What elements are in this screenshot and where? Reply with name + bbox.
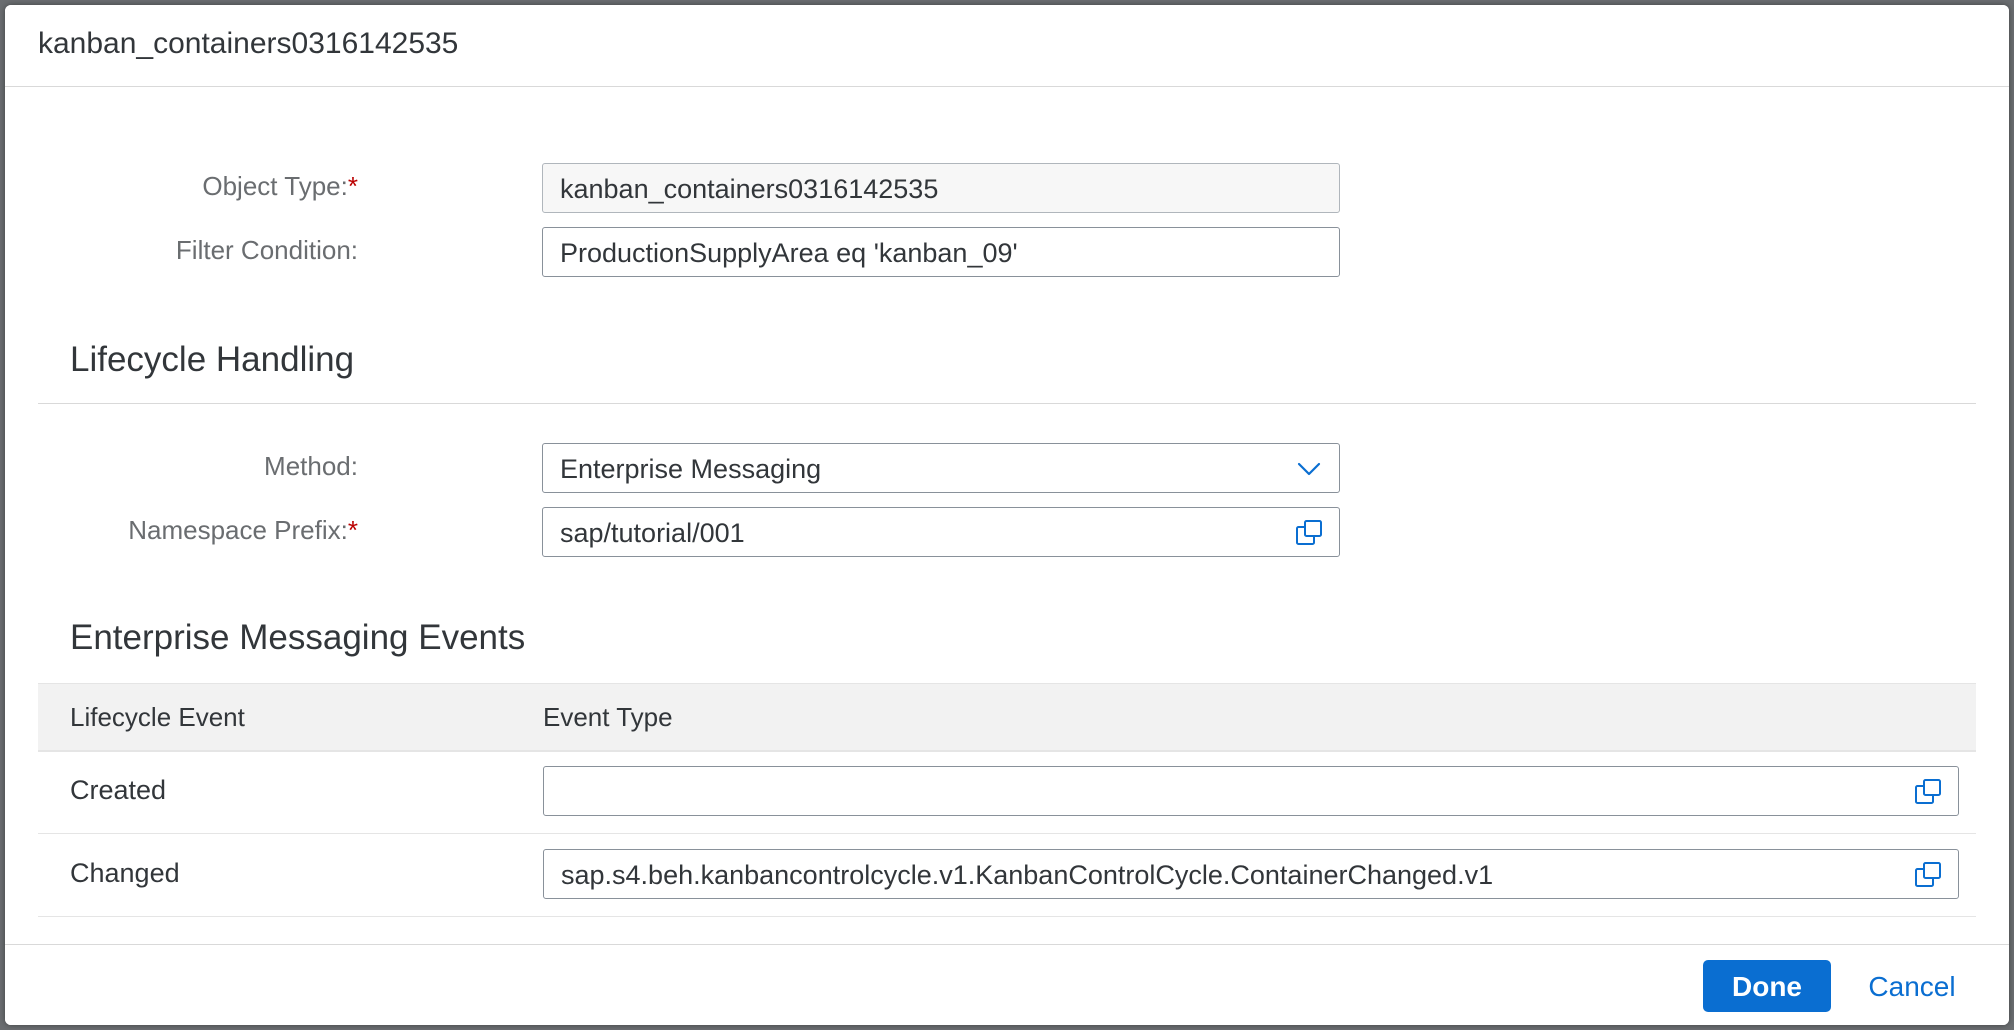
dialog: kanban_containers0316142535 Object Type:…	[5, 5, 2009, 1025]
events-section-title: Enterprise Messaging Events	[70, 618, 526, 657]
done-button[interactable]: Done	[1703, 960, 1831, 1012]
required-marker: *	[347, 515, 358, 545]
dialog-footer: Done Cancel	[5, 944, 2009, 1025]
namespace-prefix-label: Namespace Prefix:*	[128, 515, 358, 545]
lifecycle-event-changed: Changed	[70, 858, 180, 888]
filter-condition-value: ProductionSupplyArea eq 'kanban_09'	[560, 238, 1018, 268]
events-table: Lifecycle Event Event Type Created Chang…	[38, 683, 1976, 923]
events-table-header: Lifecycle Event Event Type	[38, 683, 1976, 752]
filter-condition-label: Filter Condition:	[175, 235, 358, 265]
column-header-lifecycle-event: Lifecycle Event	[70, 702, 245, 732]
lifecycle-event-created: Created	[70, 775, 167, 805]
event-type-input-created[interactable]	[543, 766, 1959, 816]
value-help-icon[interactable]	[1295, 519, 1323, 547]
object-type-value: kanban_containers0316142535	[560, 174, 939, 204]
chevron-down-icon[interactable]	[1295, 455, 1323, 483]
method-value: Enterprise Messaging	[560, 454, 822, 484]
event-type-input-changed[interactable]: sap.s4.beh.kanbancontrolcycle.v1.KanbanC…	[543, 849, 1959, 899]
table-row: Created	[38, 751, 1976, 834]
lifecycle-handling-title: Lifecycle Handling	[70, 340, 355, 379]
value-help-icon[interactable]	[1914, 778, 1942, 806]
dialog-title: kanban_containers0316142535	[38, 27, 459, 60]
object-type-field[interactable]: kanban_containers0316142535	[542, 163, 1340, 213]
required-marker: *	[347, 171, 358, 201]
event-type-value-changed: sap.s4.beh.kanbancontrolcycle.v1.KanbanC…	[561, 860, 1494, 890]
dialog-header: kanban_containers0316142535	[5, 5, 2009, 87]
dialog-content: Object Type:* kanban_containers031614253…	[5, 87, 2009, 945]
cancel-button[interactable]: Cancel	[1857, 960, 1967, 1012]
filter-condition-input[interactable]: ProductionSupplyArea eq 'kanban_09'	[542, 227, 1340, 277]
namespace-prefix-value: sap/tutorial/001	[560, 518, 745, 548]
column-header-event-type: Event Type	[543, 702, 673, 732]
namespace-prefix-input[interactable]: sap/tutorial/001	[542, 507, 1340, 557]
method-select[interactable]: Enterprise Messaging	[542, 443, 1340, 493]
section-divider	[38, 403, 1976, 404]
value-help-icon[interactable]	[1914, 861, 1942, 889]
object-type-label: Object Type:*	[202, 171, 358, 201]
method-label: Method:	[264, 451, 358, 481]
table-row: Changed sap.s4.beh.kanbancontrolcycle.v1…	[38, 834, 1976, 917]
